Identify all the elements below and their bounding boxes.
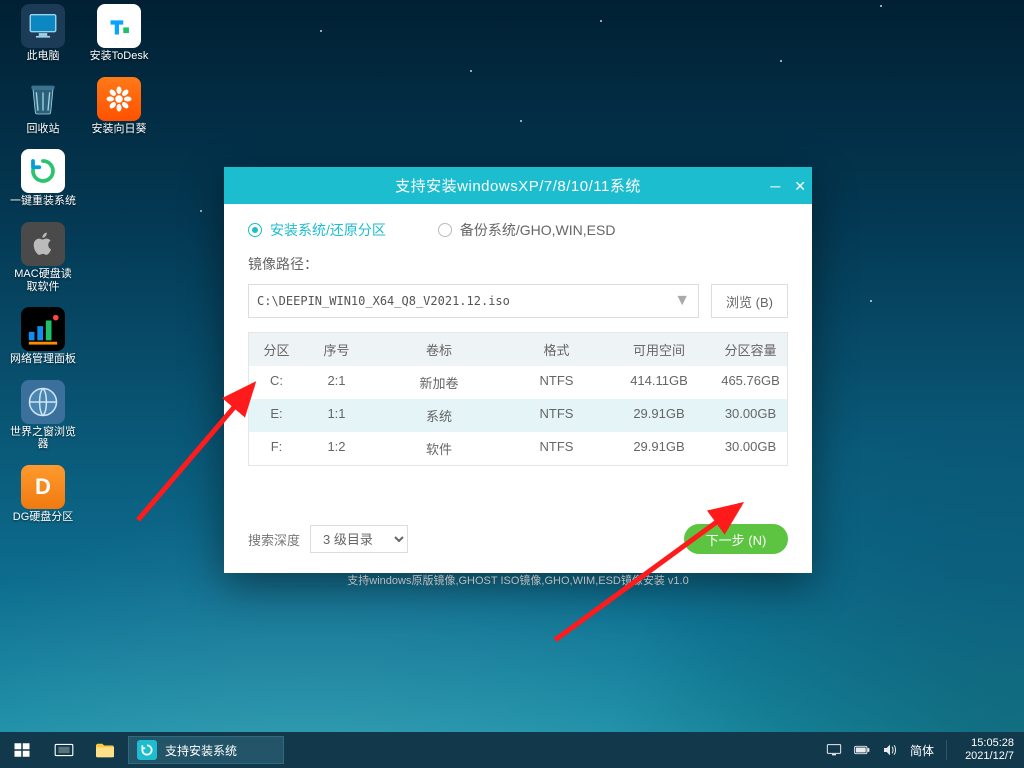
- taskbar: 支持安装系统 简体 15:05:28 2021/12/7: [0, 732, 1024, 768]
- desktop-icon-label: 回收站: [27, 123, 60, 136]
- desktop-icon-dg-partition[interactable]: D DG硬盘分区: [8, 465, 78, 524]
- partition-table: 分区 序号 卷标 格式 可用空间 分区容量 C: 2:1 新加卷 NTFS 41…: [248, 332, 788, 466]
- folder-icon: [94, 741, 116, 759]
- tray-clock[interactable]: 15:05:28 2021/12/7: [959, 737, 1014, 762]
- desktop-icons-col1: 此电脑 回收站 一键重装系统 MAC硬盘读 取软件 网络管理面板 世界之窗浏览 …: [8, 4, 78, 524]
- todesk-icon: [97, 4, 141, 48]
- sunflower-icon: [97, 77, 141, 121]
- desktop-icon-install-sunflower[interactable]: 安装向日葵: [84, 77, 154, 136]
- globe-icon: [21, 380, 65, 424]
- desktop-icons-col2: 安装ToDesk 安装向日葵: [84, 4, 154, 135]
- tab-label: 安装系统/还原分区: [270, 220, 386, 240]
- desktop-icon-install-todesk[interactable]: 安装ToDesk: [84, 4, 154, 63]
- tab-label: 备份系统/GHO,WIN,ESD: [460, 220, 616, 240]
- browse-button[interactable]: 浏览 (B): [711, 284, 788, 318]
- tab-install-restore[interactable]: 安装系统/还原分区: [248, 220, 386, 240]
- search-depth-label: 搜索深度: [248, 530, 300, 549]
- desktop-icon-mac-reader[interactable]: MAC硬盘读 取软件: [8, 222, 78, 293]
- window-titlebar: 支持安装windowsXP/7/8/10/11系统 ─ ✕: [224, 167, 812, 204]
- apple-icon: [21, 222, 65, 266]
- desktop-icon-label: MAC硬盘读 取软件: [14, 268, 71, 293]
- tray-battery-icon[interactable]: [854, 744, 870, 756]
- next-button[interactable]: 下一步 (N): [684, 524, 788, 554]
- desktop-icon-this-pc[interactable]: 此电脑: [8, 4, 78, 63]
- tray-display-icon[interactable]: [826, 743, 842, 757]
- tray-divider: [946, 740, 947, 760]
- desktop-icon-world-browser[interactable]: 世界之窗浏览 器: [8, 380, 78, 451]
- th-capacity: 分区容量: [714, 333, 787, 366]
- table-header: 分区 序号 卷标 格式 可用空间 分区容量: [249, 333, 787, 366]
- desktop-icon-label: 安装向日葵: [92, 123, 147, 136]
- close-button[interactable]: ✕: [794, 179, 806, 193]
- desktop-icon-label: 世界之窗浏览 器: [10, 426, 76, 451]
- desktop-icon-recycle-bin[interactable]: 回收站: [8, 77, 78, 136]
- tab-backup[interactable]: 备份系统/GHO,WIN,ESD: [438, 220, 616, 240]
- recycle-bin-icon: [21, 77, 65, 121]
- image-path-dropdown[interactable]: C:\DEEPIN_WIN10_X64_Q8_V2021.12.iso ▼: [248, 284, 699, 318]
- minimize-button[interactable]: ─: [770, 179, 780, 193]
- image-path-label: 镜像路径：: [248, 254, 788, 274]
- windows-icon: [13, 741, 31, 759]
- taskview-icon: [54, 742, 74, 758]
- taskbar-task-installer[interactable]: 支持安装系统: [128, 736, 284, 764]
- installer-window: 支持安装windowsXP/7/8/10/11系统 ─ ✕ 安装系统/还原分区 …: [224, 167, 812, 573]
- radio-icon: [438, 223, 452, 237]
- network-bars-icon: [21, 307, 65, 351]
- tray-date: 2021/12/7: [965, 750, 1014, 763]
- th-free: 可用空间: [604, 333, 714, 366]
- desktop-icon-network-panel[interactable]: 网络管理面板: [8, 307, 78, 366]
- desktop-icon-reinstall[interactable]: 一键重装系统: [8, 149, 78, 208]
- th-seq: 序号: [304, 333, 369, 366]
- desktop-icon-label: 此电脑: [27, 50, 60, 63]
- monitor-icon: [21, 4, 65, 48]
- tray-time: 15:05:28: [965, 737, 1014, 750]
- chevron-down-icon: ▼: [674, 292, 690, 310]
- taskview-button[interactable]: [44, 732, 84, 768]
- search-depth-select[interactable]: 3 级目录: [310, 525, 408, 553]
- desktop-icon-label: DG硬盘分区: [13, 511, 74, 524]
- th-format: 格式: [509, 333, 604, 366]
- desktop-icon-label: 网络管理面板: [10, 353, 76, 366]
- image-path-value: C:\DEEPIN_WIN10_X64_Q8_V2021.12.iso: [257, 294, 510, 308]
- table-row[interactable]: E: 1:1 系统 NTFS 29.91GB 30.00GB: [249, 399, 787, 432]
- desktop-icon-label: 安装ToDesk: [90, 50, 149, 63]
- window-controls: ─ ✕: [770, 167, 806, 204]
- system-tray: 简体 15:05:28 2021/12/7: [826, 737, 1024, 762]
- support-hint: 支持windows原版镜像,GHOST ISO镜像,GHO,WIM,ESD镜像安…: [248, 572, 788, 588]
- desktop-icon-label: 一键重装系统: [10, 195, 76, 208]
- installer-task-icon: [137, 740, 157, 760]
- task-label: 支持安装系统: [165, 742, 237, 759]
- tray-ime[interactable]: 简体: [910, 742, 934, 759]
- explorer-button[interactable]: [84, 732, 126, 768]
- table-row[interactable]: C: 2:1 新加卷 NTFS 414.11GB 465.76GB: [249, 366, 787, 399]
- tray-volume-icon[interactable]: [882, 743, 898, 757]
- refresh-icon: [21, 149, 65, 193]
- th-label: 卷标: [369, 333, 509, 366]
- start-button[interactable]: [0, 732, 44, 768]
- th-partition: 分区: [249, 333, 304, 366]
- dg-icon: D: [21, 465, 65, 509]
- radio-icon: [248, 223, 262, 237]
- window-title: 支持安装windowsXP/7/8/10/11系统: [395, 175, 641, 196]
- table-row[interactable]: F: 1:2 软件 NTFS 29.91GB 30.00GB: [249, 432, 787, 465]
